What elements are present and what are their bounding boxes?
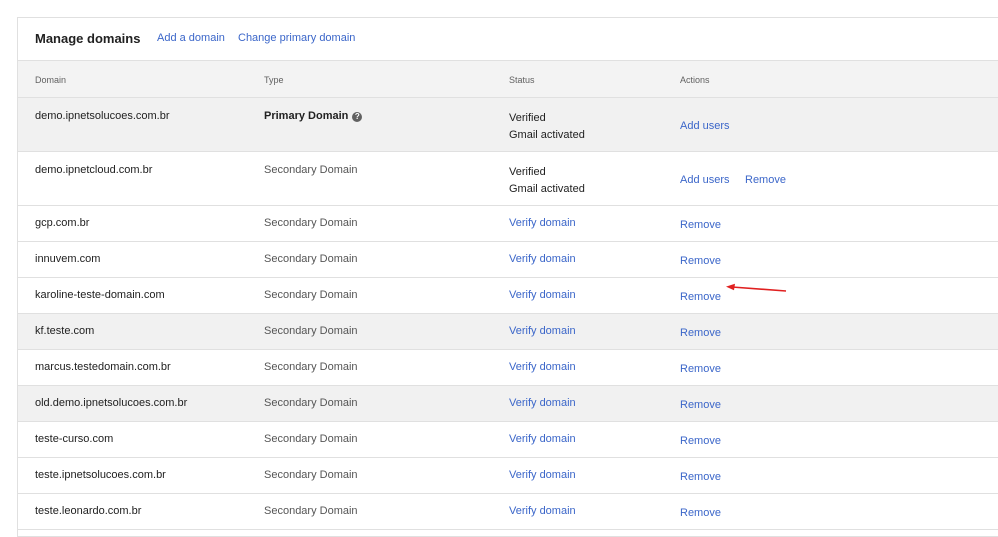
remove-link[interactable]: Remove [680,255,721,267]
domain-name: old.demo.ipnetsolucoes.com.br [35,397,188,409]
domain-name: innuvem.com [35,253,101,265]
remove-link[interactable]: Remove [680,363,721,375]
remove-link[interactable]: Remove [680,399,721,411]
domain-name: kf.teste.com [35,325,95,337]
remove-link[interactable]: Remove [680,507,721,519]
domain-type: Secondary Domain [264,361,358,373]
domain-name: demo.ipnetcloud.com.br [35,164,153,176]
change-primary-domain-link[interactable]: Change primary domain [238,32,355,44]
add-users-link[interactable]: Add users [680,120,730,132]
domain-name: gcp.com.br [35,217,90,229]
verify-domain-link[interactable]: Verify domain [509,253,576,265]
table-row: teste-curso.com Secondary Domain Verify … [18,422,998,458]
column-header-type: Type [264,75,284,85]
column-header-status: Status [509,75,535,85]
panel-header: Manage domains Add a domain Change prima… [18,18,998,61]
page-title: Manage domains [35,31,141,46]
table-row: kf.teste.com Secondary Domain Verify dom… [18,314,998,350]
domain-type: Secondary Domain [264,397,358,409]
verify-domain-link[interactable]: Verify domain [509,505,576,517]
question-circle-icon[interactable]: ? [352,112,363,122]
domain-type: Secondary Domain [264,217,358,229]
domain-type: Secondary Domain [264,505,358,517]
domain-type: Secondary Domain [264,469,358,481]
domain-name: marcus.testedomain.com.br [35,361,171,373]
domain-type: Secondary Domain [264,253,358,265]
verify-domain-link[interactable]: Verify domain [509,433,576,445]
status-gmail: Gmail activated [509,129,585,141]
verify-domain-link[interactable]: Verify domain [509,325,576,337]
remove-link[interactable]: Remove [680,471,721,483]
remove-link[interactable]: Remove [680,435,721,447]
red-arrow-icon [726,283,787,292]
remove-link[interactable]: Remove [680,327,721,339]
verify-domain-link[interactable]: Verify domain [509,361,576,373]
remove-link[interactable]: Remove [745,174,786,186]
remove-link[interactable]: Remove [680,291,721,303]
domain-name: demo.ipnetsolucoes.com.br [35,110,170,122]
table-header: Domain Type Status Actions [18,61,998,98]
table-row: teste.leonardo.com.br Secondary Domain V… [18,494,998,530]
domain-status: Verified Gmail activated [509,110,585,144]
table-row: demo.ipnetcloud.com.br Secondary Domain … [18,152,998,206]
table-row: teste.ipnetsolucoes.com.br Secondary Dom… [18,458,998,494]
domain-type: Secondary Domain [264,433,358,445]
domain-type: Primary Domain? [264,110,363,122]
table-row: innuvem.com Secondary Domain Verify doma… [18,242,998,278]
manage-domains-panel: Manage domains Add a domain Change prima… [17,17,998,537]
verify-domain-link[interactable]: Verify domain [509,217,576,229]
column-header-domain: Domain [35,75,67,85]
domain-type: Secondary Domain [264,164,358,176]
domain-type-label: Primary Domain [264,110,349,122]
add-users-link[interactable]: Add users [680,174,730,186]
add-domain-link[interactable]: Add a domain [157,32,225,44]
row-actions: Add users [680,120,730,132]
domain-type: Secondary Domain [264,325,358,337]
status-verified: Verified [509,166,546,178]
column-header-actions: Actions [680,75,710,85]
verify-domain-link[interactable]: Verify domain [509,289,576,301]
table-row: gcp.com.br Secondary Domain Verify domai… [18,206,998,242]
domain-name: karoline-teste-domain.com [35,289,165,301]
domain-type: Secondary Domain [264,289,358,301]
table-row: demo.ipnetsolucoes.com.br Primary Domain… [18,98,998,152]
domain-name: teste.leonardo.com.br [35,505,142,517]
domain-status: Verified Gmail activated [509,164,585,198]
table-row: karoline-teste-domain.com Secondary Doma… [18,278,998,314]
domain-name: teste-curso.com [35,433,114,445]
row-actions: Add users Remove [680,174,786,186]
domain-name: teste.ipnetsolucoes.com.br [35,469,166,481]
status-gmail: Gmail activated [509,183,585,195]
table-row: old.demo.ipnetsolucoes.com.br Secondary … [18,386,998,422]
verify-domain-link[interactable]: Verify domain [509,397,576,409]
status-verified: Verified [509,112,546,124]
table-row: marcus.testedomain.com.br Secondary Doma… [18,350,998,386]
verify-domain-link[interactable]: Verify domain [509,469,576,481]
remove-link[interactable]: Remove [680,219,721,231]
